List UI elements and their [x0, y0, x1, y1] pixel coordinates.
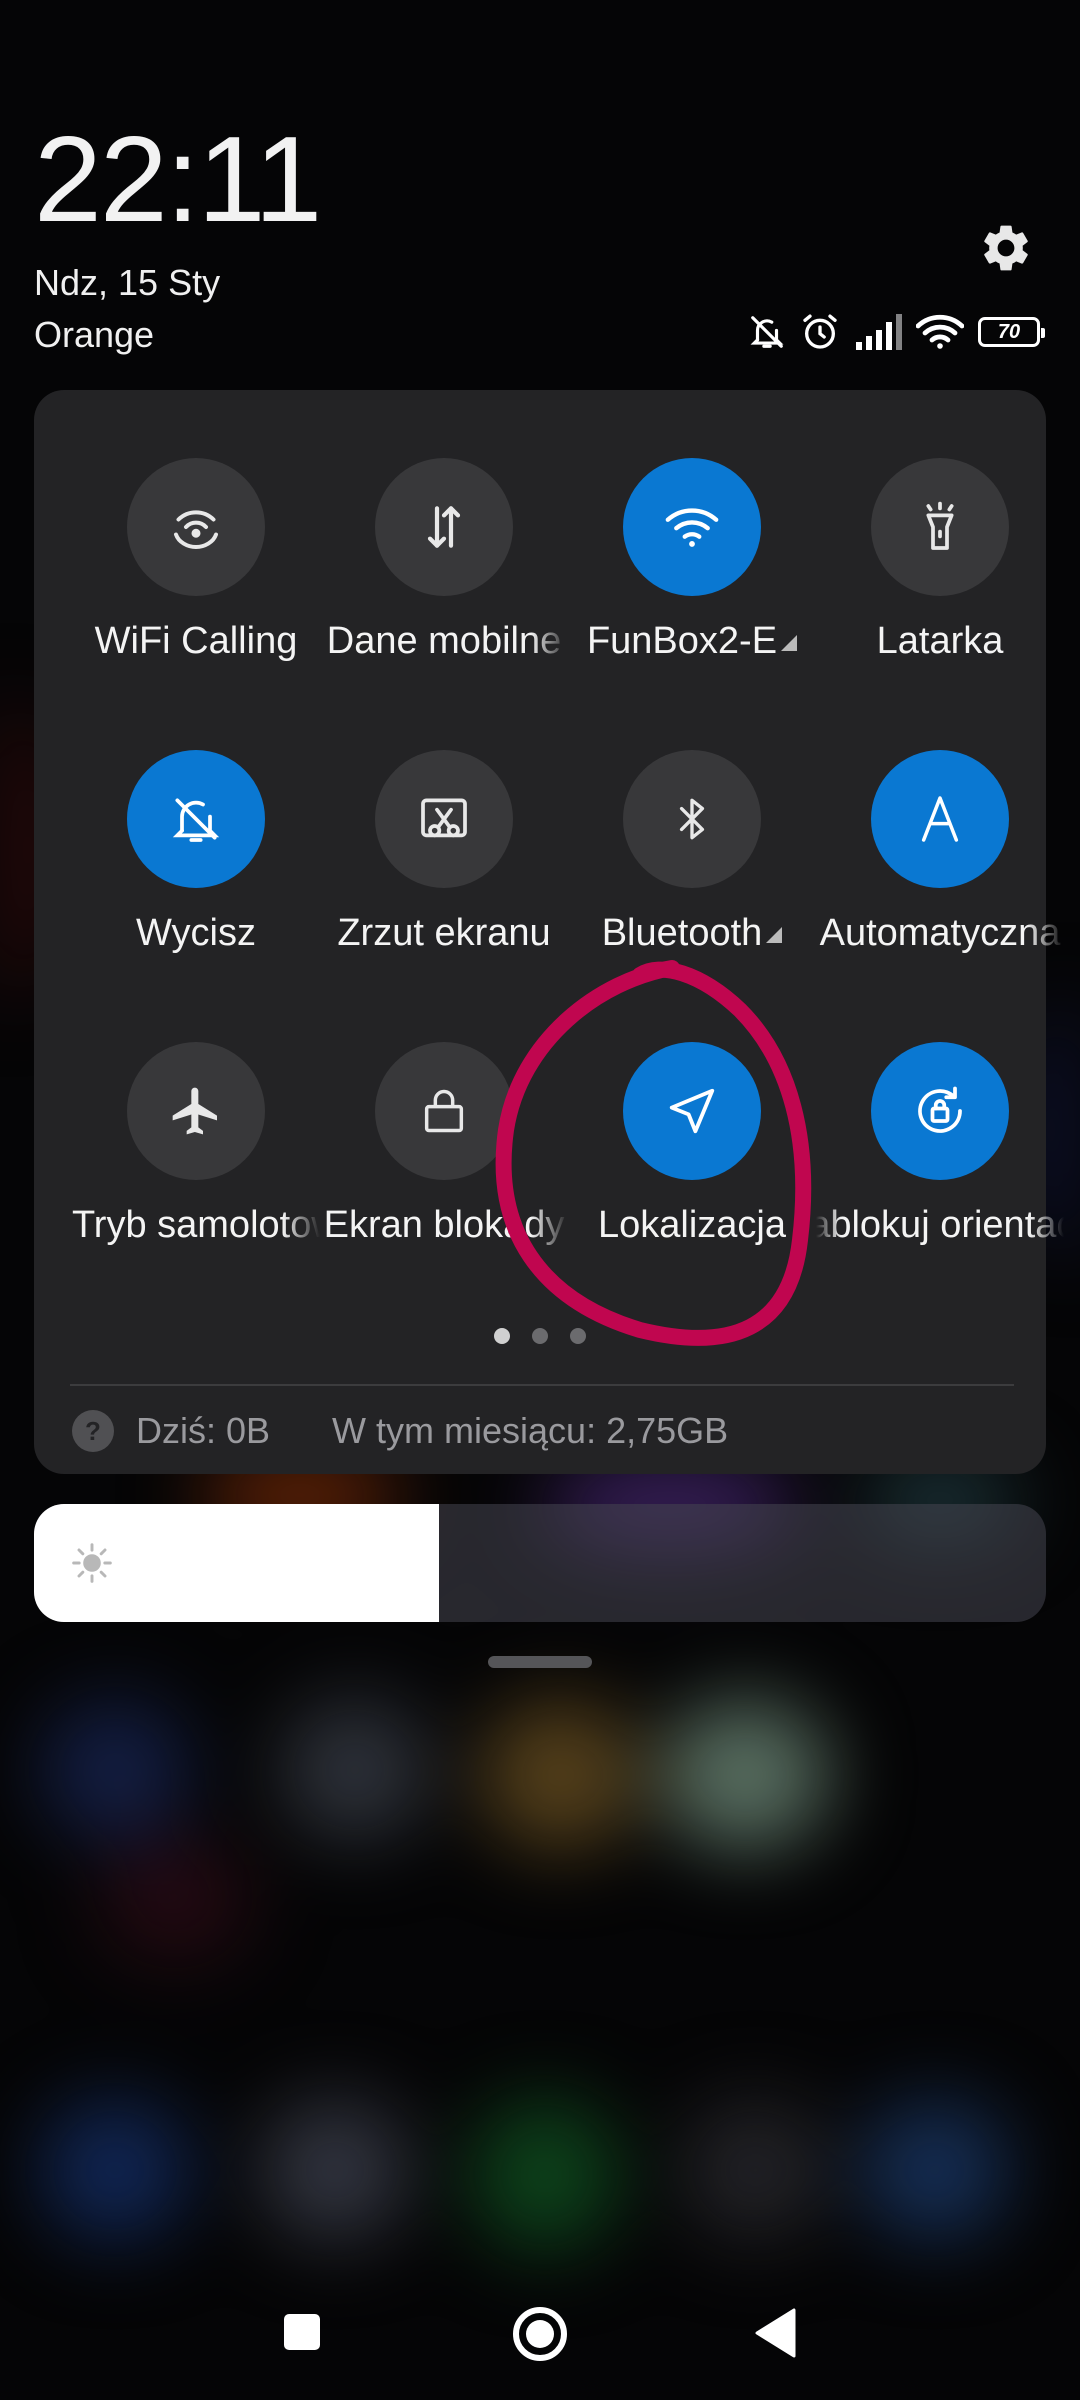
divider — [70, 1384, 1014, 1386]
tile-screenshot[interactable]: Zrzut ekranu — [320, 750, 568, 1010]
alarm-icon — [803, 314, 837, 349]
lock-icon — [424, 1089, 464, 1133]
expand-caret-icon[interactable] — [766, 927, 783, 943]
location-toggle[interactable] — [623, 1042, 761, 1180]
tile-label: WiFi Calling — [94, 620, 298, 662]
lock-screen-toggle[interactable] — [375, 1042, 513, 1180]
tile-label-wrap: Bluetooth — [568, 912, 816, 955]
airplane-toggle[interactable] — [127, 1042, 265, 1180]
rotation-lock-toggle[interactable] — [871, 1042, 1009, 1180]
wifi-icon — [916, 314, 964, 349]
bluetooth-icon — [679, 798, 705, 840]
auto-brightness-icon — [921, 796, 959, 842]
rotation-lock-icon — [918, 1086, 962, 1133]
tile-label-wrap: FunBox2-E — [568, 620, 816, 663]
settings-gear-icon[interactable] — [978, 220, 1034, 276]
battery-icon: 70 — [978, 317, 1045, 347]
tile-wifi-calling[interactable]: WiFi Calling — [72, 458, 320, 718]
data-usage[interactable]: ? Dziś: 0B W tym miesiącu: 2,75GB — [72, 1410, 728, 1452]
wifi-calling-icon — [174, 510, 218, 550]
back-button[interactable] — [754, 2308, 796, 2358]
tile-label: Zrzut ekranu — [337, 912, 551, 954]
navigation-bar — [0, 2290, 1080, 2380]
tile-lock-screen[interactable]: Ekran blokady — [320, 1042, 568, 1302]
tile-label: Tryb samolotowy — [72, 1204, 320, 1246]
tile-auto-brightness[interactable]: Automatyczna — [816, 750, 1064, 1010]
wifi-icon — [665, 508, 719, 547]
tile-label: FunBox2-E — [586, 620, 778, 662]
page-dot-active[interactable] — [494, 1328, 510, 1344]
wifi-calling-toggle[interactable] — [127, 458, 265, 596]
tile-bluetooth[interactable]: Bluetooth — [568, 750, 816, 1010]
quick-settings-panel: WiFi Calling Dane mobilne FunBox2-E Lata… — [34, 390, 1064, 1474]
auto-brightness-toggle[interactable] — [871, 750, 1009, 888]
sun-icon — [72, 1543, 112, 1583]
mobile-data-toggle[interactable] — [375, 458, 513, 596]
usage-today: Dziś: 0B — [136, 1410, 271, 1451]
airplane-icon — [172, 1087, 217, 1135]
page-indicator — [34, 1328, 1046, 1344]
tile-label: Latarka — [876, 620, 1004, 662]
clock[interactable]: 22:11 — [34, 118, 322, 240]
tile-label: Ekran blokady — [323, 1204, 565, 1246]
tile-label: Zablokuj orientację — [816, 1204, 1064, 1246]
page-dot[interactable] — [570, 1328, 586, 1344]
tile-silent[interactable]: Wycisz — [72, 750, 320, 1010]
wifi-toggle[interactable] — [623, 458, 761, 596]
status-icons: 70 — [748, 312, 1045, 352]
bluetooth-toggle[interactable] — [623, 750, 761, 888]
expand-caret-icon[interactable] — [781, 635, 798, 651]
tile-mobile-data[interactable]: Dane mobilne — [320, 458, 568, 718]
date[interactable]: Ndz, 15 Sty — [34, 262, 220, 304]
battery-level: 70 — [997, 320, 1021, 343]
silent-toggle[interactable] — [127, 750, 265, 888]
recents-button[interactable] — [282, 2312, 322, 2352]
flashlight-icon — [926, 501, 954, 550]
mobile-data-icon — [427, 506, 461, 548]
tile-label: Dane mobilne — [326, 620, 562, 662]
tile-label: Automatyczna — [819, 912, 1061, 954]
tile-rotation-lock[interactable]: Zablokuj orientację — [816, 1042, 1064, 1302]
signal-icon — [856, 314, 902, 350]
brightness-slider[interactable] — [34, 1504, 1046, 1622]
drag-handle[interactable] — [488, 1656, 592, 1668]
help-icon: ? — [72, 1410, 114, 1452]
carrier-name: Orange — [34, 314, 155, 355]
tile-label: Lokalizacja — [598, 1204, 786, 1246]
location-icon — [669, 1088, 715, 1134]
tile-label: Bluetooth — [601, 912, 763, 954]
bell-off-icon — [750, 316, 784, 348]
screenshot-icon — [421, 798, 467, 838]
tile-label: Wycisz — [136, 912, 256, 954]
tile-airplane[interactable]: Tryb samolotowy — [72, 1042, 320, 1302]
usage-month: W tym miesiącu: 2,75GB — [332, 1410, 729, 1451]
tile-wifi[interactable]: FunBox2-E — [568, 458, 816, 718]
tile-flashlight[interactable]: Latarka — [816, 458, 1064, 718]
screenshot-toggle[interactable] — [375, 750, 513, 888]
home-button[interactable] — [512, 2306, 568, 2362]
page-dot[interactable] — [532, 1328, 548, 1344]
flashlight-toggle[interactable] — [871, 458, 1009, 596]
tile-location[interactable]: Lokalizacja — [568, 1042, 816, 1302]
bell-off-icon — [172, 798, 220, 842]
